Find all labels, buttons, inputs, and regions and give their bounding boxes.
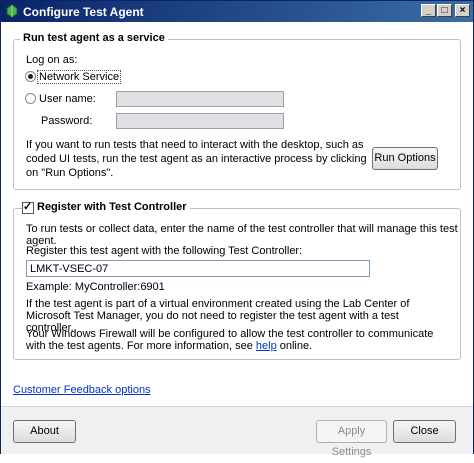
user-name-label[interactable]: User name: [39,93,96,105]
service-group-title: Run test agent as a service [20,32,168,44]
register-controller-checkbox[interactable] [22,200,34,214]
close-button[interactable]: Close [393,420,456,443]
controller-group: Register with Test Controller To run tes… [13,200,461,360]
configure-test-agent-window: Configure Test Agent _ □ × Run test agen… [0,0,474,458]
customer-feedback-link[interactable]: Customer Feedback options [13,384,151,396]
footer-bar: About Apply Settings Close [1,406,473,458]
run-options-button[interactable]: Run Options [372,147,438,170]
close-window-button[interactable]: × [455,4,470,17]
firewall-note-suffix: online. [276,340,313,352]
minimize-button[interactable]: _ [421,4,436,17]
content-area: Run test agent as a service Log on as: N… [1,22,473,406]
test-controller-input[interactable] [26,260,370,277]
controller-intro-text: To run tests or collect data, enter the … [26,223,458,247]
title-bar[interactable]: Configure Test Agent _ □ × [1,1,473,22]
password-label: Password: [41,115,93,127]
maximize-button[interactable]: □ [437,4,452,17]
user-name-radio[interactable] [25,93,36,104]
service-group: Run test agent as a service Log on as: N… [13,32,461,190]
test-agent-app-icon [6,4,18,18]
controller-example-text: Example: MyController:6901 [26,281,165,293]
interactive-process-description: If you want to run tests that need to in… [26,139,367,179]
apply-settings-button[interactable]: Apply Settings [316,420,387,458]
password-input[interactable] [116,113,284,129]
network-service-radio[interactable] [25,71,36,82]
firewall-note-text: Your Windows Firewall will be configured… [26,328,434,352]
user-name-input[interactable] [116,91,284,107]
about-button[interactable]: About [13,420,76,443]
help-link[interactable]: help [256,340,277,352]
window-title: Configure Test Agent [23,5,144,19]
network-service-label[interactable]: Network Service [37,70,122,84]
register-controller-label: Register this test agent with the follow… [26,245,303,257]
logon-label: Log on as: [26,54,78,66]
controller-group-title[interactable]: Register with Test Controller [34,201,190,213]
firewall-note: Your Windows Firewall will be configured… [26,328,446,352]
